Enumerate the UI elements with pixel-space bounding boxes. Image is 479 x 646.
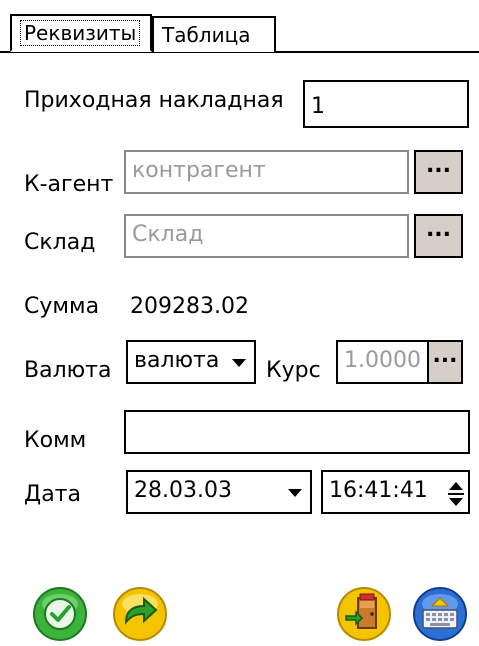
comment-label: Комм: [24, 428, 87, 453]
keyboard-icon: [413, 587, 467, 641]
date-picker[interactable]: 28.03.03: [126, 470, 312, 514]
time-picker[interactable]: 16:41:41: [321, 470, 470, 514]
agent-browse-button[interactable]: ...: [414, 150, 463, 194]
date-picker-value: 28.03.03: [134, 478, 232, 503]
keyboard-button[interactable]: [412, 586, 468, 642]
chevron-down-icon: [288, 489, 302, 497]
exit-button[interactable]: [336, 586, 392, 642]
sum-value: 209283.02: [130, 294, 249, 319]
tab-table-label: Таблица: [162, 23, 251, 47]
tab-bar: Реквизиты Таблица: [0, 0, 479, 53]
check-icon: [33, 587, 87, 641]
currency-select[interactable]: валюта: [126, 340, 256, 384]
date-label: Дата: [24, 482, 81, 507]
tab-table[interactable]: Таблица: [152, 16, 276, 52]
currency-label: Валюта: [24, 358, 112, 383]
next-button[interactable]: [112, 586, 168, 642]
store-browse-button[interactable]: ...: [414, 214, 463, 258]
store-field[interactable]: Склад: [124, 214, 409, 258]
tab-requisites-label: Реквизиты: [20, 20, 141, 46]
rate-label: Курс: [266, 358, 321, 383]
sum-label: Сумма: [24, 294, 100, 319]
exit-door-icon: [337, 587, 391, 641]
chevron-down-icon: [232, 359, 246, 367]
comment-input[interactable]: [124, 410, 470, 454]
store-label: Склад: [24, 230, 96, 255]
forward-arrow-icon: [113, 587, 167, 641]
tab-requisites[interactable]: Реквизиты: [10, 14, 152, 52]
agent-label: К-агент: [24, 172, 114, 197]
rate-browse-button[interactable]: ...: [427, 340, 463, 384]
agent-field[interactable]: контрагент: [124, 150, 409, 194]
currency-select-value: валюта: [134, 348, 220, 373]
spin-updown-icon[interactable]: [448, 476, 464, 512]
ok-button[interactable]: [32, 586, 88, 642]
time-picker-value: 16:41:41: [329, 478, 428, 503]
invoice-label: Приходная накладная: [24, 88, 284, 113]
rate-field[interactable]: 1.0000: [336, 340, 429, 384]
invoice-number-input[interactable]: 1: [303, 80, 469, 128]
